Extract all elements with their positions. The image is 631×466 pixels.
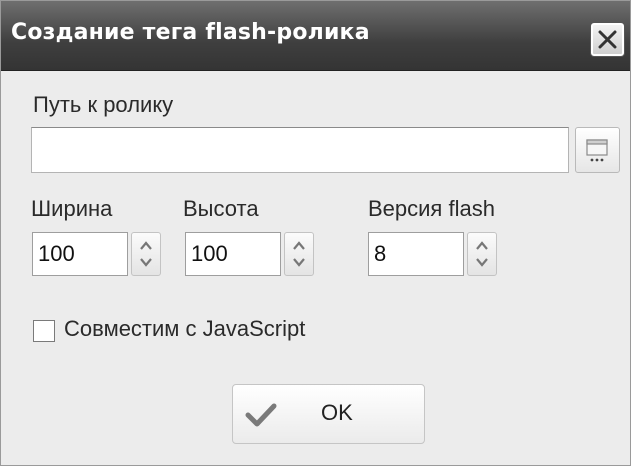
- height-label: Высота: [183, 196, 259, 221]
- path-input[interactable]: [31, 127, 569, 173]
- close-icon: [598, 30, 617, 49]
- path-label: Путь к ролику: [33, 92, 174, 117]
- height-stepper[interactable]: [284, 232, 314, 276]
- flash-version-input[interactable]: 8: [368, 232, 464, 276]
- up-down-arrows-icon: [476, 241, 488, 267]
- flash-version-stepper[interactable]: [467, 232, 497, 276]
- height-input[interactable]: 100: [185, 232, 281, 276]
- up-down-arrows-icon: [293, 241, 305, 267]
- close-button[interactable]: [591, 23, 624, 56]
- up-down-arrows-icon: [140, 241, 152, 267]
- ok-button-label: OK: [321, 400, 353, 425]
- javascript-compat-label[interactable]: Совместим с JavaScript: [64, 316, 305, 342]
- folder-browse-icon: [586, 139, 608, 162]
- dialog-window: Создание тега flash-ролика Путь к ролику…: [0, 0, 631, 466]
- title-bar[interactable]: Создание тега flash-ролика: [1, 1, 630, 71]
- width-input[interactable]: 100: [32, 232, 128, 276]
- ok-button[interactable]: OK: [232, 384, 425, 444]
- width-stepper[interactable]: [131, 232, 161, 276]
- browse-button[interactable]: [575, 127, 620, 173]
- javascript-compat-checkbox[interactable]: [33, 320, 55, 342]
- flash-version-label: Версия flash: [368, 196, 495, 221]
- checkmark-icon: [245, 403, 277, 427]
- window-title: Создание тега flash-ролика: [11, 20, 370, 45]
- width-label: Ширина: [31, 196, 113, 221]
